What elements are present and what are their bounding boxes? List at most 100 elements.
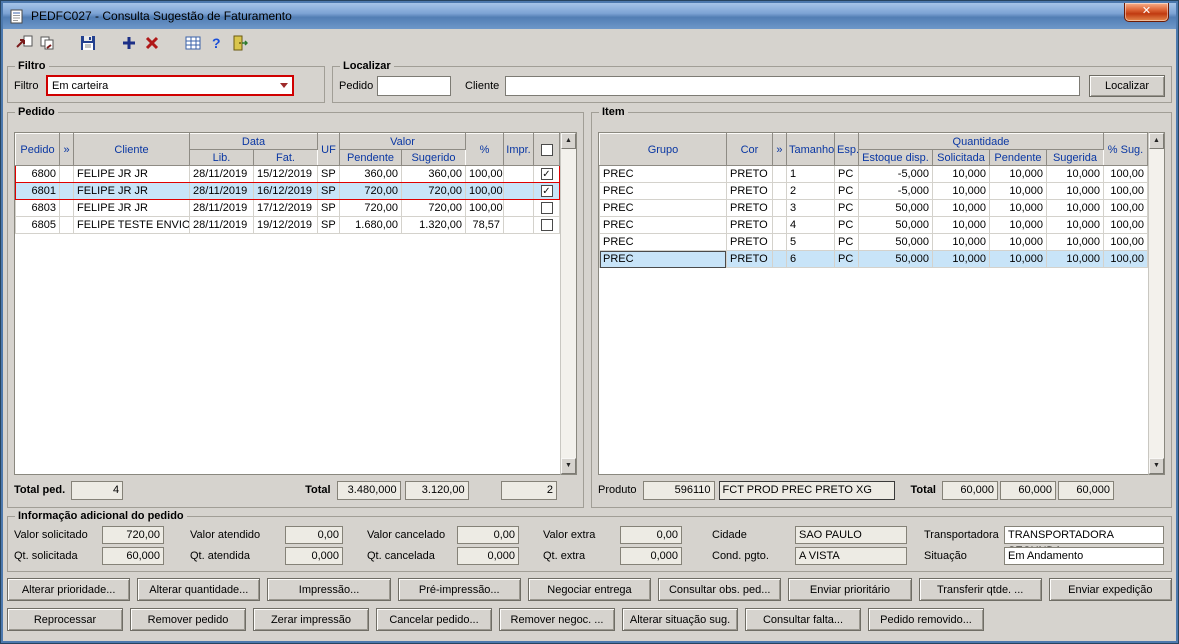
reprocessar-button[interactable]: Reprocessar (7, 608, 123, 631)
col-cor: Cor (725, 133, 773, 166)
filter-row: Filtro Filtro Em carteira Localizar Pedi… (3, 59, 1176, 106)
cliente-search-label: Cliente (465, 79, 500, 92)
info-label: Qt. cancelada (367, 549, 435, 562)
col-pedido: Pedido (15, 133, 60, 166)
item-row[interactable]: PREC PRETO 5 PC 50,000 10,000 10,000 10,… (599, 233, 1148, 251)
item-row[interactable]: PREC PRETO 2 PC -5,000 10,000 10,000 10,… (599, 182, 1148, 200)
row-checkbox[interactable]: ✓ (540, 185, 553, 198)
chevron-down-icon (280, 83, 288, 88)
cell-check (533, 199, 560, 217)
pedido-removido-button[interactable]: Pedido removido... (868, 608, 984, 631)
row-checkbox[interactable] (540, 202, 553, 215)
remover-pedido-button[interactable]: Remover pedido (130, 608, 246, 631)
copy-button[interactable] (35, 33, 58, 56)
col-pendente: Pendente (339, 149, 402, 166)
cell-arrows (771, 165, 787, 183)
col-solicitada: Solicitada (931, 149, 990, 166)
info-value: 0,000 (620, 546, 682, 565)
consultar-obs-ped-button[interactable]: Consultar obs. ped... (658, 578, 782, 601)
cell-sugerido: 720,00 (401, 199, 466, 217)
total-marked: 2 (501, 480, 557, 500)
transfer-button[interactable] (12, 33, 35, 56)
pedido-row[interactable]: 6800 FELIPE JR JR 28/11/2019 15/12/2019 … (15, 165, 560, 183)
cell-arrows (59, 165, 74, 183)
cell-cliente: FELIPE JR JR (73, 199, 190, 217)
consultar-falta-button[interactable]: Consultar falta... (745, 608, 861, 631)
svg-text:?: ? (212, 35, 221, 51)
toolbar: ? (3, 29, 1176, 59)
pedido-search-input[interactable] (377, 75, 451, 96)
delete-button[interactable] (140, 33, 163, 56)
enviar-expedicao-button[interactable]: Enviar expedição (1048, 578, 1172, 601)
total-ped-label: Total ped. (14, 484, 66, 496)
cell-pendente: 10,000 (988, 233, 1047, 251)
transferir-qtde-button[interactable]: Transferir qtde. ... (918, 578, 1042, 601)
cell-grupo: PREC (599, 250, 727, 268)
cell-tamanho: 4 (785, 216, 835, 234)
row-checkbox[interactable] (540, 219, 553, 232)
cell-pedido: 6801 (15, 182, 60, 200)
cell-lib: 28/11/2019 (189, 199, 254, 217)
close-button[interactable]: ✕ (1124, 3, 1169, 22)
item-row[interactable]: PREC PRETO 3 PC 50,000 10,000 10,000 10,… (599, 199, 1148, 217)
info-label: Situação (924, 549, 967, 562)
info-value: 720,00 (102, 525, 164, 544)
cell-lib: 28/11/2019 (189, 165, 254, 183)
pre-impressao-button[interactable]: Pré-impressão... (397, 578, 521, 601)
cell-estoque: 50,000 (857, 216, 933, 234)
cell-lib: 28/11/2019 (189, 216, 254, 234)
alterar-situacao-sug-button[interactable]: Alterar situação sug. (622, 608, 738, 631)
alterar-quantidade-button[interactable]: Alterar quantidade... (137, 578, 261, 601)
item-row[interactable]: PREC PRETO 4 PC 50,000 10,000 10,000 10,… (599, 216, 1148, 234)
cell-solicitada: 10,000 (931, 182, 990, 200)
cell-pct: 100,00 (465, 165, 504, 183)
negociar-entrega-button[interactable]: Negociar entrega (527, 578, 652, 601)
help-button[interactable]: ? (204, 33, 227, 56)
cell-tamanho: 6 (785, 250, 835, 268)
enviar-prioritario-button[interactable]: Enviar prioritário (788, 578, 912, 601)
header-checkbox[interactable] (540, 143, 553, 156)
cancelar-pedido-button[interactable]: Cancelar pedido... (376, 608, 492, 631)
col-valor: Valor (339, 133, 466, 150)
item-total-pendente: 60,000 (1000, 480, 1056, 500)
col-quantidade: Quantidade (857, 133, 1105, 150)
scroll-track[interactable] (561, 149, 576, 458)
remover-negoc-button[interactable]: Remover negoc. ... (499, 608, 615, 631)
item-row[interactable]: PREC PRETO 1 PC -5,000 10,000 10,000 10,… (599, 165, 1148, 183)
row-checkbox[interactable]: ✓ (540, 168, 553, 181)
pedido-scrollbar[interactable]: ▲ ▼ (560, 132, 577, 475)
localizar-button[interactable]: Localizar (1089, 74, 1165, 97)
info-value: SAO PAULO (795, 525, 907, 544)
scroll-down-icon[interactable]: ▼ (1149, 458, 1164, 474)
alterar-prioridade-button[interactable]: Alterar prioridade... (7, 578, 131, 601)
cell-solicitada: 10,000 (931, 250, 990, 268)
cell-arrows (771, 182, 787, 200)
item-row[interactable]: PREC PRETO 6 PC 50,000 10,000 10,000 10,… (599, 250, 1148, 268)
cell-estoque: 50,000 (857, 233, 933, 251)
info-value: A VISTA (795, 546, 907, 565)
scroll-up-icon[interactable]: ▲ (1149, 133, 1164, 149)
total-ped-value: 4 (71, 480, 124, 500)
cell-sugerida: 10,000 (1045, 199, 1105, 217)
cell-arrows (771, 199, 787, 217)
cliente-search-input[interactable] (505, 75, 1080, 96)
add-button[interactable] (117, 33, 140, 56)
col-impr: Impr. (503, 133, 534, 166)
zerar-impressao-button[interactable]: Zerar impressão (253, 608, 369, 631)
cell-estoque: -5,000 (857, 182, 933, 200)
scroll-track[interactable] (1149, 149, 1164, 458)
impressao-button[interactable]: Impressão... (267, 578, 391, 601)
scroll-up-icon[interactable]: ▲ (561, 133, 576, 149)
cell-uf: SP (317, 182, 340, 200)
pedido-row[interactable]: 6803 FELIPE JR JR 28/11/2019 17/12/2019 … (15, 199, 560, 217)
exit-button[interactable] (227, 33, 250, 56)
scroll-down-icon[interactable]: ▼ (561, 458, 576, 474)
pedido-row[interactable]: 6805 FELIPE TESTE ENVIO C 28/11/2019 19/… (15, 216, 560, 234)
item-scrollbar[interactable]: ▲ ▼ (1148, 132, 1165, 475)
filtro-select[interactable]: Em carteira (46, 75, 294, 96)
cell-check (533, 216, 560, 234)
grid-button[interactable] (181, 33, 204, 56)
save-button[interactable] (76, 33, 99, 56)
delete-icon (144, 35, 160, 54)
pedido-row[interactable]: 6801 FELIPE JR JR 28/11/2019 16/12/2019 … (15, 182, 560, 200)
